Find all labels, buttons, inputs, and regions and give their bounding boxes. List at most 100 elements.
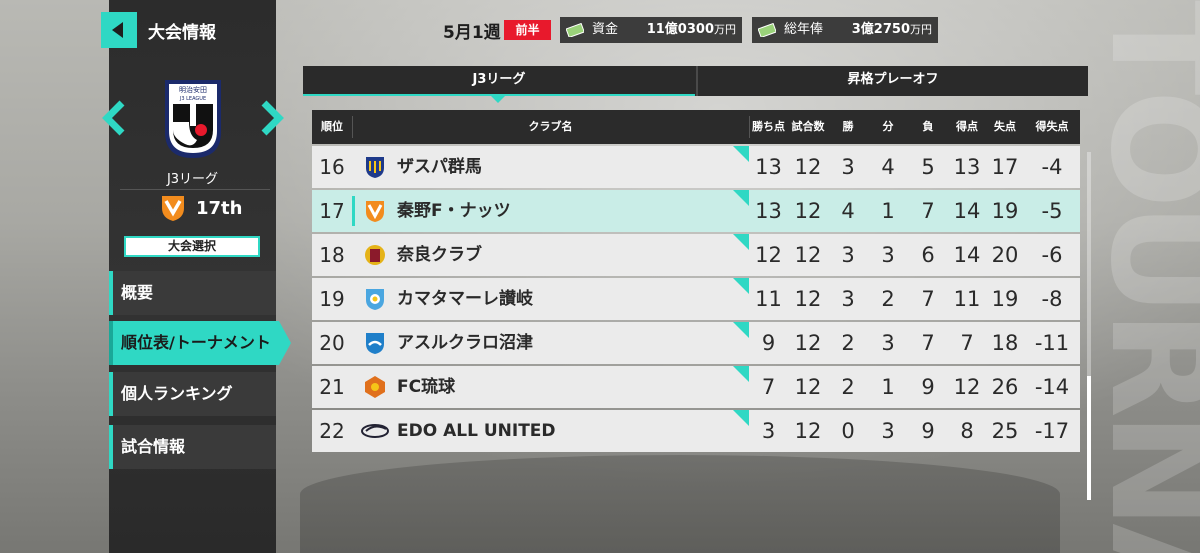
detail-corner-icon[interactable] [733,146,749,162]
salary-box: 総年俸 3億2750万円 [752,17,938,43]
wins-cell: 3 [841,243,855,267]
prev-league-chevron-icon[interactable] [100,100,130,136]
goals-against-cell: 25 [991,419,1019,443]
goal-diff-cell: -14 [1034,375,1070,399]
played-cell: 12 [794,375,822,399]
club-emblem-icon [366,333,384,354]
played-cell: 12 [794,155,822,179]
goals-against-cell: 20 [991,243,1019,267]
losses-cell: 6 [921,243,935,267]
club-name: カマタマーレ讃岐 [397,289,533,309]
tab-promotion-playoff[interactable]: 昇格プレーオフ [698,66,1088,96]
header-goals-against: 失点 [994,120,1016,133]
draws-cell: 1 [881,199,895,223]
points-cell: 13 [755,155,782,179]
club-name: 奈良クラブ [397,245,482,265]
club-name: 秦野F・ナッツ [397,201,511,221]
rank-cell: 20 [319,331,345,355]
rank-cell: 18 [319,243,345,267]
played-cell: 12 [794,287,822,311]
detail-corner-icon[interactable] [733,234,749,250]
wins-cell: 2 [841,331,855,355]
detail-corner-icon[interactable] [733,322,749,338]
detail-corner-icon[interactable] [733,366,749,382]
wins-cell: 3 [841,155,855,179]
goal-diff-cell: -11 [1034,331,1070,355]
menu-match-info[interactable]: 試合情報 [109,425,276,469]
goals-for-cell: 14 [953,243,981,267]
league-name: J3リーグ [166,172,219,187]
table-row[interactable]: 21 FC琉球 7 12 2 1 9 12 26 -14 [312,366,1080,408]
goals-against-cell: 19 [991,199,1019,223]
draws-cell: 1 [881,375,895,399]
logo-text-top: 明治安田 [179,85,207,94]
detail-corner-icon[interactable] [733,190,749,206]
club-emblem-icon [365,245,385,265]
goals-against-cell: 26 [991,375,1019,399]
played-cell: 12 [794,331,822,355]
wins-cell: 2 [841,375,855,399]
rank-cell: 19 [319,287,345,311]
club-emblem-icon [366,157,384,178]
losses-cell: 5 [921,155,935,179]
detail-corner-icon[interactable] [733,410,749,426]
standings-table: 16 ザスパ群馬 13 12 3 4 5 13 17 -4 17 秦野F・ナッツ… [312,146,1080,452]
header-wins: 勝 [842,120,854,133]
club-emblem-icon [366,289,384,310]
rank-cell: 21 [319,375,345,399]
header-goals-for: 得点 [956,120,978,133]
menu-player-ranking[interactable]: 個人ランキング [109,372,276,416]
header-club: クラブ名 [528,120,573,133]
rank-cell: 16 [319,155,345,179]
goal-diff-cell: -4 [1041,155,1063,179]
header-draws: 分 [882,120,894,133]
table-row[interactable]: 19 カマタマーレ讃岐 11 12 3 2 7 11 19 -8 [312,278,1080,320]
back-button[interactable] [101,12,137,48]
standings-header: 順位 クラブ名 勝ち点 試合数 勝 分 負 得点 失点 得失点 [312,110,1080,144]
club-emblem-icon [365,376,385,398]
draws-cell: 3 [881,243,895,267]
table-row[interactable]: 18 奈良クラブ 12 12 3 3 6 14 20 -6 [312,234,1080,276]
goals-against-cell: 17 [991,155,1019,179]
club-name: ザスパ群馬 [397,157,482,177]
points-cell: 3 [761,419,776,443]
scrollbar-thumb[interactable] [1087,376,1091,500]
table-row[interactable]: 22 EDO ALL UNITED 3 12 0 3 9 8 25 -17 [312,410,1080,452]
detail-corner-icon[interactable] [733,278,749,294]
table-row[interactable]: 16 ザスパ群馬 13 12 3 4 5 13 17 -4 [312,146,1080,188]
header-rank: 順位 [321,120,343,133]
points-cell: 7 [761,375,776,399]
goal-diff-cell: -5 [1041,199,1063,223]
wins-cell: 4 [841,199,855,223]
rank-cell: 17 [319,199,345,223]
rank-cell: 22 [319,419,345,443]
background-table [300,455,1060,553]
points-cell: 9 [761,331,776,355]
goals-for-cell: 12 [953,375,981,399]
wins-cell: 0 [841,419,855,443]
header-goal-diff: 得失点 [1035,120,1069,133]
table-row-selected[interactable]: 17 秦野F・ナッツ 13 12 4 1 7 14 19 -5 [312,190,1080,232]
table-row[interactable]: 20 アスルクラロ沼津 9 12 2 3 7 7 18 -11 [312,322,1080,364]
goals-for-cell: 13 [953,155,981,179]
header-points: 勝ち点 [752,120,785,133]
menu-standings[interactable]: 順位表/トーナメント [109,321,291,365]
played-cell: 12 [794,199,822,223]
losses-cell: 9 [921,375,935,399]
background-watermark: TOURNA [1090,0,1200,553]
losses-cell: 7 [921,199,935,223]
sidebar-divider [120,189,270,190]
losses-cell: 7 [921,287,935,311]
menu-overview[interactable]: 概要 [109,271,276,315]
points-cell: 13 [755,199,782,223]
salary-label: 総年俸 [784,22,824,37]
money-icon [758,23,776,37]
goals-for-cell: 8 [960,419,974,443]
half-badge: 前半 [504,20,551,40]
next-league-chevron-icon[interactable] [256,100,286,136]
goal-diff-cell: -8 [1041,287,1063,311]
tournament-select-button[interactable]: 大会選択 [124,236,260,257]
current-week: 5月1週 [443,23,501,43]
goals-against-cell: 18 [991,331,1019,355]
tab-j3-league[interactable]: J3リーグ [303,66,695,103]
